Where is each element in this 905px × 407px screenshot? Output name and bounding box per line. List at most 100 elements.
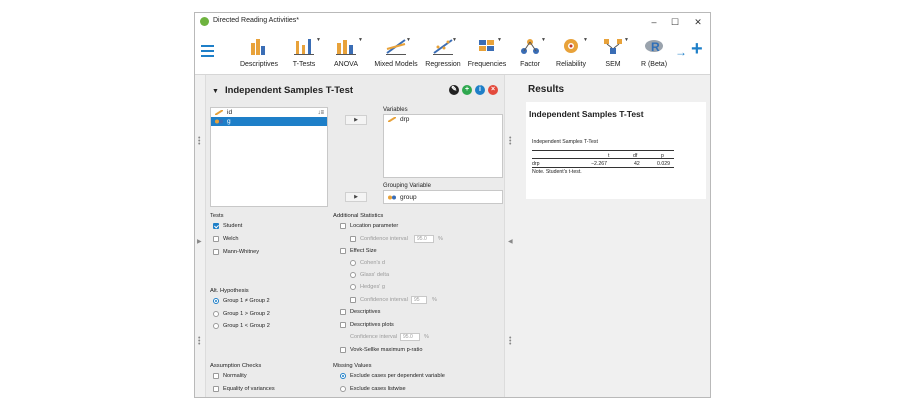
alt-greater-radio[interactable]: Group 1 > Group 2 — [213, 310, 270, 318]
location-ci-input[interactable]: 95.0 — [414, 235, 434, 243]
frequencies-icon — [479, 40, 494, 51]
effect-ci-checkbox[interactable]: Confidence interval — [350, 296, 408, 304]
analysis-header[interactable]: ▼ Independent Samples T-Test — [212, 85, 353, 96]
scale-variable-icon — [215, 110, 223, 115]
ribbon-label: R (Beta) — [640, 61, 668, 68]
ribbon-label: Descriptives — [239, 61, 279, 68]
left-gutter: • • • ▶ • • • — [195, 75, 205, 397]
ribbon-label: Regression — [425, 61, 461, 68]
plots-ci-input[interactable]: 95.0 — [400, 333, 420, 341]
effect-ci-input[interactable]: 95 — [411, 296, 427, 304]
app-window: Directed Reading Activities* – ☐ ✕ Descr… — [194, 12, 711, 398]
location-parameter-checkbox[interactable]: Location parameter — [340, 222, 398, 230]
collapse-right-icon[interactable]: ◀ — [508, 239, 513, 245]
descriptives-icon — [251, 39, 265, 55]
ribbon-mixed-models[interactable]: Mixed Models ▼ — [372, 35, 420, 73]
test-welch-checkbox[interactable]: Welch — [213, 235, 238, 243]
grouping-label: Grouping Variable — [383, 183, 431, 189]
ribbon-label: Reliability — [556, 61, 586, 68]
variables-box[interactable]: drp — [383, 114, 503, 178]
svg-text:R: R — [651, 40, 660, 54]
list-item[interactable]: group — [384, 193, 502, 202]
results-pane: Results Independent Samples T-Test Indep… — [522, 75, 710, 397]
table-title: Independent Samples T-Test — [532, 139, 598, 145]
cell-variable: drp — [532, 161, 540, 167]
right-gutter: • • • ◀ • • • — [506, 75, 516, 397]
descriptives-checkbox[interactable]: Descriptives — [340, 308, 380, 316]
regression-icon — [433, 39, 453, 55]
window-title: Directed Reading Activities* — [213, 17, 299, 24]
effect-size-checkbox[interactable]: Effect Size — [340, 247, 377, 255]
list-item[interactable]: g — [211, 117, 327, 126]
ttests-icon — [294, 39, 314, 55]
title-bar: Directed Reading Activities* – ☐ ✕ — [195, 13, 710, 31]
collapse-icon[interactable]: ▼ — [212, 88, 219, 95]
ribbon-regression[interactable]: Regression ▼ — [423, 35, 463, 73]
assumption-checks-label: Assumption Checks — [210, 363, 262, 369]
normality-checkbox[interactable]: Normality — [213, 372, 247, 380]
equality-variances-checkbox[interactable]: Equality of variances — [213, 385, 275, 393]
arrow-right-icon[interactable]: → — [675, 45, 687, 59]
table-header-row: t df p — [532, 150, 674, 159]
hamburger-menu-icon[interactable] — [201, 45, 214, 57]
exclude-listwise-radio[interactable]: Exclude cases listwise — [340, 385, 406, 393]
results-heading: Results — [528, 84, 565, 95]
drag-handle-icon[interactable]: • • • — [509, 135, 511, 148]
duplicate-icon[interactable]: + — [462, 85, 472, 95]
ribbon-anova[interactable]: ANOVA ▼ — [331, 35, 363, 73]
location-ci-checkbox[interactable]: Confidence interval — [350, 235, 408, 243]
alt-hypothesis-label: Alt. Hypothesis — [210, 288, 249, 294]
test-mann-whitney-checkbox[interactable]: Mann-Whitney — [213, 248, 259, 256]
ribbon-factor[interactable]: Factor ▼ — [517, 35, 546, 73]
anova-icon — [336, 40, 356, 55]
vovk-sellke-checkbox[interactable]: Vovk-Sellke maximum p-ratio — [340, 346, 422, 354]
mixed-models-icon — [386, 39, 406, 55]
reliability-icon — [564, 39, 578, 53]
glass-delta-radio[interactable]: Glass' delta — [350, 271, 389, 279]
grouping-box[interactable]: group — [383, 190, 503, 204]
maximize-button[interactable]: ☐ — [665, 15, 685, 29]
drag-handle-icon[interactable]: • • • — [198, 335, 200, 348]
cell-df: 42 — [634, 161, 640, 167]
sem-icon — [604, 39, 622, 54]
analysis-panel: • • • ▶ • • • ▼ Independent Samples T-Test ✎ … — [195, 75, 516, 397]
ribbon-label: ANOVA — [334, 61, 358, 68]
ribbon-r-beta[interactable]: R R (Beta) — [638, 35, 670, 73]
nominal-variable-icon — [388, 195, 396, 200]
results-table: t df p drp −2.267 42 0.029 — [532, 150, 674, 168]
cell-p: 0.029 — [657, 161, 670, 167]
alt-two-sided-radio[interactable]: Group 1 ≠ Group 2 — [213, 297, 270, 305]
info-icon[interactable]: i — [475, 85, 485, 95]
percent-label: % — [424, 334, 429, 340]
hedges-g-radio[interactable]: Hedges' g — [350, 283, 385, 291]
alt-less-radio[interactable]: Group 1 < Group 2 — [213, 322, 270, 330]
r-icon: R — [645, 40, 663, 54]
cohens-d-radio[interactable]: Cohen's d — [350, 259, 385, 267]
expand-left-icon[interactable]: ▶ — [197, 239, 202, 245]
remove-analysis-icon[interactable]: × — [488, 85, 498, 95]
source-variables-list[interactable]: id g ↓≡ — [210, 107, 328, 207]
add-module-icon[interactable]: + — [691, 39, 703, 59]
test-student-checkbox[interactable]: Student — [213, 222, 242, 230]
results-card[interactable]: Independent Samples T-Test Independent S… — [526, 102, 706, 199]
minimize-button[interactable]: – — [644, 15, 664, 29]
sort-icon[interactable]: ↓≡ — [317, 110, 324, 116]
drag-handle-icon[interactable]: • • • — [509, 335, 511, 348]
drag-handle-icon[interactable]: • • • — [198, 135, 200, 148]
ribbon-sem[interactable]: SEM ▼ — [600, 35, 629, 73]
descriptives-plots-checkbox[interactable]: Descriptives plots — [340, 321, 394, 329]
move-to-variables-button[interactable]: ▶ — [345, 115, 367, 125]
table-row: drp −2.267 42 0.029 — [532, 159, 674, 168]
ribbon-label: Factor — [520, 61, 540, 68]
list-item[interactable]: drp — [384, 115, 502, 124]
edit-title-icon[interactable]: ✎ — [449, 85, 459, 95]
percent-label: % — [438, 236, 443, 242]
ribbon-frequencies[interactable]: Frequencies ▼ — [466, 35, 508, 73]
exclude-per-variable-radio[interactable]: Exclude cases per dependent variable — [340, 372, 445, 380]
ribbon-descriptives[interactable]: Descriptives — [239, 35, 279, 73]
list-item[interactable]: id — [211, 108, 327, 117]
move-to-grouping-button[interactable]: ▶ — [345, 192, 367, 202]
ribbon-reliability[interactable]: Reliability ▼ — [553, 35, 589, 73]
ribbon-ttests[interactable]: T-Tests ▼ — [289, 35, 321, 73]
close-button[interactable]: ✕ — [688, 15, 708, 29]
